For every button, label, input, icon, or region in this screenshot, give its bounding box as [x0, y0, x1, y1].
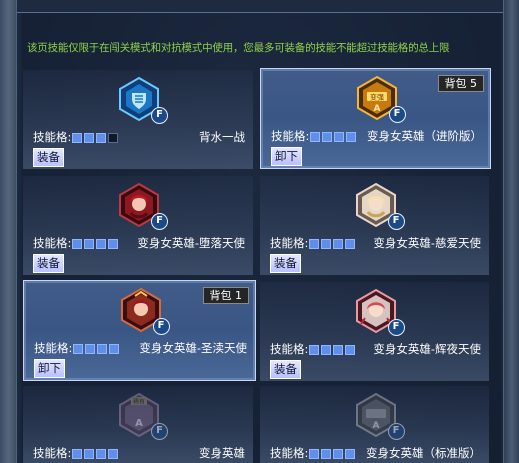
skill-icon-wrap: 稀有 A F — [116, 392, 168, 440]
skill-icon-wrap: F — [353, 182, 405, 230]
slot-dots — [72, 447, 120, 461]
skill-icon-wrap: F — [116, 182, 168, 230]
bag-badge: 背包 1 — [202, 287, 249, 304]
svg-text:A: A — [373, 104, 380, 114]
slot-label: 技能格: — [33, 445, 120, 461]
skill-icon-wrap: A F — [353, 392, 405, 440]
slot-dots — [309, 447, 357, 461]
skill-card-beishui[interactable]: F 技能格: 背水一战 装备 — [23, 70, 253, 169]
skill-icon-wrap: 变强 A F — [354, 75, 406, 123]
skill-icon-wrap: F — [116, 76, 168, 124]
skill-name: 变身女英雄-慈爱天使 — [373, 236, 481, 250]
f-badge: F — [387, 213, 405, 230]
skill-name: 变身女英雄-堕落天使 — [137, 236, 245, 250]
panel-top-bar — [17, 0, 503, 13]
slot-label: 技能格: — [270, 445, 357, 461]
bag-badge: 背包 5 — [437, 75, 484, 92]
skill-card-holy-angel[interactable]: 背包 1 F 技能格: 变身女英雄-圣渎天使 卸下 — [23, 280, 256, 381]
slot-label: 技能格: — [270, 235, 357, 251]
f-badge: F — [152, 318, 170, 335]
skill-name: 背水一战 — [199, 130, 245, 144]
slot-dots — [72, 237, 120, 251]
skill-name: 变身女英雄（标准版） — [366, 446, 481, 460]
unequip-button[interactable]: 卸下 — [34, 359, 65, 378]
equip-button[interactable]: 装备 — [270, 360, 301, 379]
skill-card-night-angel[interactable]: F 技能格: 变身女英雄-辉夜天使 装备 — [260, 282, 489, 381]
skill-card-hero-basic[interactable]: 稀有 A F 技能格: 变身英雄 — [23, 386, 253, 463]
skill-card-loving-angel[interactable]: F 技能格: 变身女英雄-慈爱天使 装备 — [260, 176, 489, 275]
slot-label: 技能格: — [33, 129, 120, 145]
slot-dots — [72, 131, 120, 145]
skill-icon-wrap: F — [118, 287, 170, 335]
skill-notice: 该页技能仅限于在闯关模式和对抗模式中使用，您最多可装备的技能不能超过技能格的总上… — [27, 42, 450, 54]
skill-icon-wrap: F — [353, 288, 405, 336]
skill-card-fallen-angel[interactable]: F 技能格: 变身女英雄-堕落天使 装备 — [23, 176, 253, 275]
skill-name: 变身女英雄（进阶版） — [367, 129, 482, 143]
equip-button[interactable]: 装备 — [270, 254, 301, 273]
skill-card-hero-advanced[interactable]: 背包 5 变强 A F 技能格: 变身女英雄（进阶版） 卸下 — [260, 68, 491, 169]
f-badge: F — [387, 423, 405, 440]
f-badge: F — [151, 423, 168, 440]
slot-label: 技能格: — [33, 235, 120, 251]
slot-dots — [310, 130, 358, 144]
icon-text: 变强 — [370, 93, 384, 102]
skill-name: 变身女英雄-圣渎天使 — [139, 341, 247, 355]
slot-label: 技能格: — [270, 341, 357, 357]
equip-button[interactable]: 装备 — [33, 148, 64, 167]
skill-name: 变身女英雄-辉夜天使 — [373, 342, 481, 356]
f-badge: F — [151, 107, 168, 124]
skill-name: 变身英雄 — [199, 446, 245, 460]
slot-dots — [73, 342, 121, 356]
unequip-button[interactable]: 卸下 — [271, 147, 302, 166]
svg-text:A: A — [135, 418, 143, 429]
f-badge: F — [388, 106, 406, 123]
slot-label: 技能格: — [34, 340, 121, 356]
svg-text:A: A — [372, 421, 379, 431]
skill-card-hero-standard[interactable]: A F 技能格: 变身女英雄（标准版） — [260, 386, 489, 463]
f-badge: F — [151, 213, 168, 230]
icon-text: 稀有 — [133, 398, 145, 406]
equip-button[interactable]: 装备 — [33, 254, 64, 273]
slot-dots — [309, 343, 357, 357]
slot-dots — [309, 237, 357, 251]
slot-label: 技能格: — [271, 128, 358, 144]
f-badge: F — [387, 319, 405, 336]
